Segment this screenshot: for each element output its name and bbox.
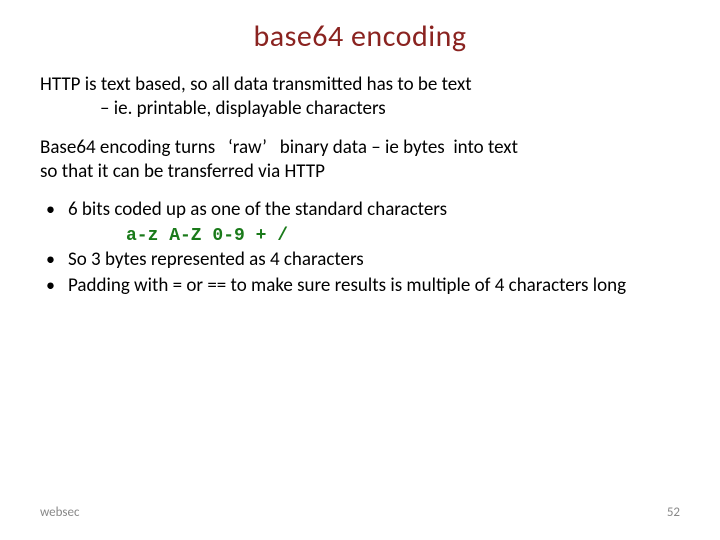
- slide-title: base64 encoding: [40, 18, 680, 55]
- slide: base64 encoding HTTP is text based, so a…: [0, 0, 720, 540]
- footer-label: websec: [40, 505, 79, 520]
- paragraph-1-line-1: HTTP is text based, so all data transmit…: [40, 73, 680, 97]
- bullet-2-text: So 3 bytes represented as 4 characters: [68, 248, 364, 271]
- slide-body: HTTP is text based, so all data transmit…: [40, 73, 680, 299]
- paragraph-2-line-2: so that it can be transferred via HTTP: [40, 160, 680, 184]
- bullet-list: 6 bits coded up as one of the standard c…: [40, 198, 680, 222]
- paragraph-2-line-1: Base64 encoding turns ‘raw’ binary data …: [40, 136, 680, 160]
- bullet-item-1: 6 bits coded up as one of the standard c…: [40, 198, 680, 222]
- page-number: 52: [667, 505, 680, 520]
- bullet-item-2: So 3 bytes represented as 4 characters: [40, 248, 680, 272]
- bullet-1-text: 6 bits coded up as one of the standard c…: [68, 198, 447, 221]
- paragraph-1-line-2: – ie. printable, displayable characters: [100, 97, 680, 121]
- bullet-3-text: Padding with = or == to make sure result…: [68, 274, 626, 297]
- bullet-1-code: a-z A-Z 0-9 + /: [126, 225, 680, 248]
- bullet-list-cont: So 3 bytes represented as 4 characters P…: [40, 248, 680, 299]
- bullet-item-3: Padding with = or == to make sure result…: [40, 274, 680, 298]
